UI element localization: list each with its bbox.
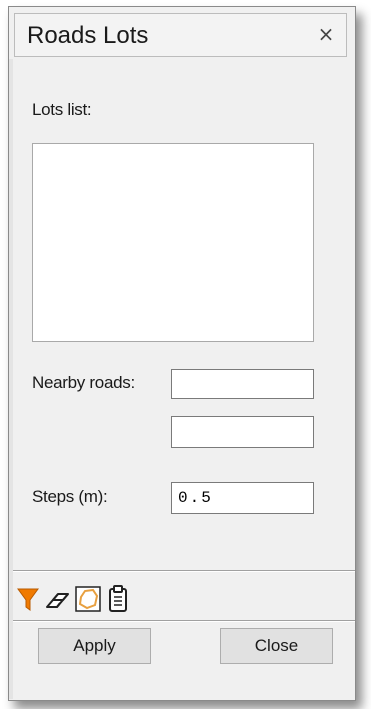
steps-input[interactable]: 0.5 — [171, 482, 314, 514]
dialog-title: Roads Lots — [27, 22, 149, 49]
nearby-road-field-1[interactable] — [171, 369, 314, 399]
polygon-select-icon[interactable] — [75, 585, 101, 613]
title-bar: Roads Lots × — [9, 7, 355, 59]
divider-highlight — [13, 621, 355, 622]
roads-lots-dialog: Roads Lots × Lots list: Nearby roads: St… — [8, 6, 356, 701]
nearby-roads-label: Nearby roads: — [32, 373, 135, 392]
eraser-icon[interactable] — [44, 585, 69, 613]
steps-label: Steps (m): — [32, 487, 108, 506]
lots-list-label: Lots list: — [32, 100, 92, 119]
close-icon[interactable]: × — [314, 22, 338, 46]
lots-list[interactable] — [32, 143, 314, 342]
apply-button[interactable]: Apply — [38, 628, 151, 664]
window-edge — [9, 59, 13, 699]
divider-highlight — [13, 571, 355, 572]
clipboard-icon[interactable] — [106, 585, 130, 613]
title-bar-frame: Roads Lots × — [14, 13, 347, 57]
nearby-road-field-2[interactable] — [171, 416, 314, 448]
filter-icon[interactable] — [16, 585, 40, 613]
close-button[interactable]: Close — [220, 628, 333, 664]
